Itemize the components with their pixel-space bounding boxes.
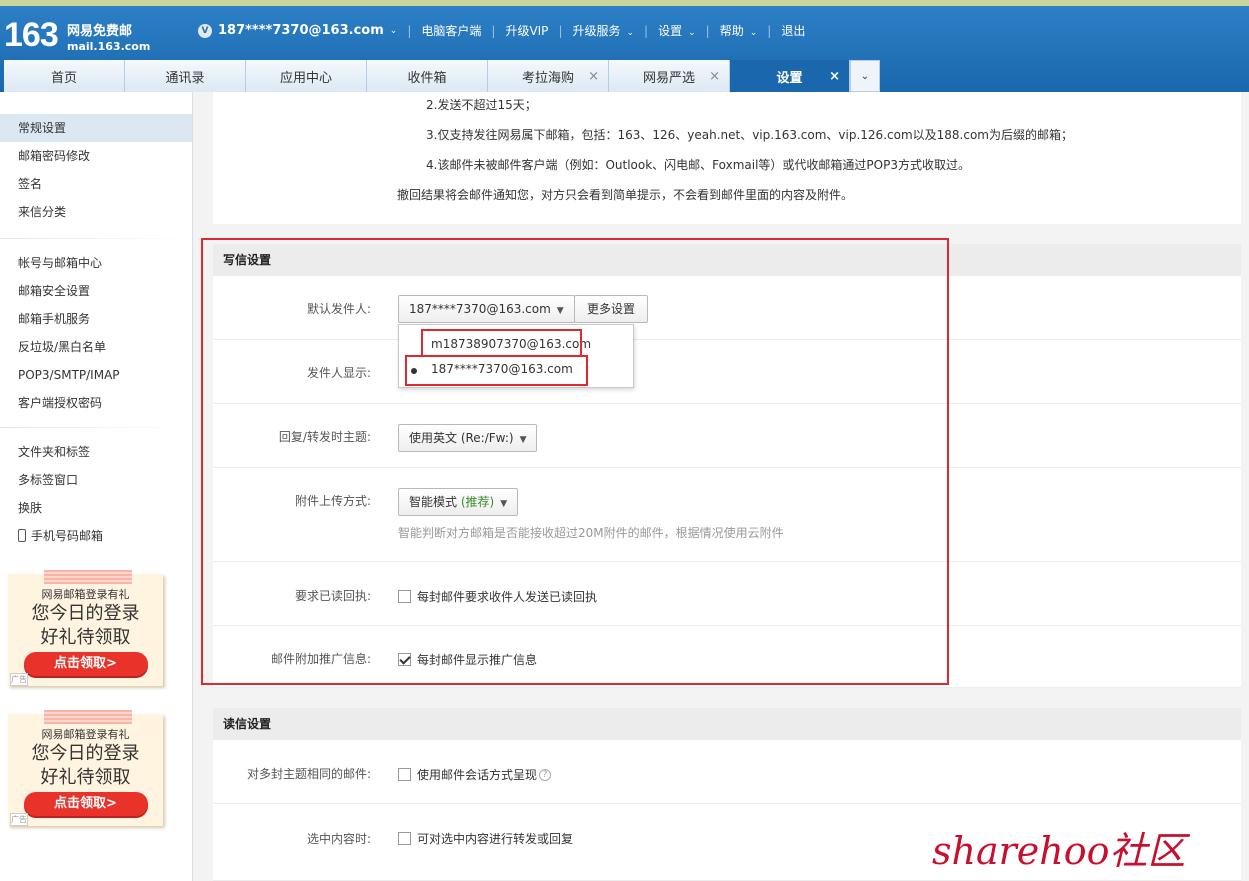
chevron-down-icon[interactable]: ⌄ (390, 26, 398, 36)
tab-more-button[interactable]: ⌄ (850, 60, 880, 92)
ad-line3: 好礼待领取 (40, 627, 131, 648)
close-icon[interactable]: × (588, 69, 599, 84)
ad-claim-button[interactable]: 点击领取> (23, 792, 148, 816)
help-menu[interactable]: 帮助 ⌄ (720, 22, 758, 39)
highlight-box-compose (201, 238, 949, 685)
ad-tag: 广告 (10, 813, 28, 826)
tape-decoration (44, 710, 132, 724)
chevron-down-icon: ⌄ (860, 70, 870, 82)
settings-sidebar: 常规设置 邮箱密码修改 签名 来信分类 帐号与邮箱中心 邮箱安全设置 邮箱手机服… (0, 92, 193, 881)
thread-row: 对多封主题相同的邮件: 使用邮件会话方式呈现? (213, 740, 1249, 804)
sidebar-item-phone-mailbox[interactable]: 手机号码邮箱 (0, 522, 192, 550)
checkbox-icon (398, 832, 411, 845)
checkbox-icon (398, 768, 411, 781)
tab-inbox[interactable]: 收件箱 (367, 60, 488, 92)
account-menu[interactable]: 187****7370@163.com (218, 23, 384, 38)
logo-number: 163 (4, 16, 59, 54)
desktop-client-link[interactable]: 电脑客户端 (421, 22, 481, 39)
help-icon[interactable]: ? (539, 768, 552, 781)
tab-yanxuan[interactable]: 网易严选 × (609, 60, 730, 92)
sidebar-item-password[interactable]: 邮箱密码修改 (0, 142, 192, 170)
recall-note: 2.发送不超过15天； (426, 98, 537, 112)
tab-label: 通讯录 (165, 70, 205, 86)
tab-label: 应用中心 (279, 70, 332, 86)
close-icon[interactable]: × (829, 69, 840, 84)
chevron-down-icon: ⌄ (688, 28, 696, 38)
sidebar-item-filters[interactable]: 来信分类 (0, 198, 192, 226)
settings-content: 2.发送不超过15天； 3.仅支持发往网易属下邮箱，包括：163、126、yea… (193, 92, 1249, 881)
sidebar-item-signature[interactable]: 签名 (0, 170, 192, 198)
logout-link[interactable]: 退出 (781, 22, 805, 39)
watermark: sharehoo社区 (932, 829, 1186, 873)
ad-line3: 好礼待领取 (40, 767, 131, 788)
sidebar-item-antispam[interactable]: 反垃圾/黑白名单 (0, 333, 192, 361)
thread-label: 对多封主题相同的邮件: (246, 767, 371, 781)
sidebar-item-multi-tab[interactable]: 多标签窗口 (0, 466, 192, 494)
logo-domain: mail.163.com (67, 40, 151, 53)
thread-checkbox[interactable]: 使用邮件会话方式呈现? (398, 766, 552, 783)
tab-label: 考拉海购 (521, 70, 574, 86)
ad-tag: 广告 (10, 673, 28, 686)
close-icon[interactable]: × (709, 69, 720, 84)
tab-home[interactable]: 首页 (4, 60, 125, 92)
recall-note: 4.该邮件未被邮件客户端（例如：Outlook、闪电邮、Foxmail等）或代收… (426, 158, 970, 172)
sidebar-item-folders[interactable]: 文件夹和标签 (0, 438, 192, 466)
upgrade-vip-link[interactable]: 升级VIP (505, 22, 548, 39)
chevron-down-icon: ⌄ (626, 28, 635, 38)
chevron-down-icon: ⌄ (749, 28, 758, 38)
tape-decoration (44, 570, 132, 584)
settings-menu[interactable]: 设置 ⌄ (658, 22, 696, 39)
settings-label: 设置 (658, 24, 683, 38)
tab-bar: 首页 通讯录 应用中心 收件箱 考拉海购 × 网易严选 × 设置 × ⌄ (4, 60, 880, 92)
tab-label: 首页 (50, 70, 77, 86)
logo-title: 网易免费邮 (67, 24, 133, 39)
sidebar-item-account-center[interactable]: 帐号与邮箱中心 (0, 249, 192, 277)
sidebar-item-label: 手机号码邮箱 (31, 529, 104, 543)
logo[interactable]: 163 网易免费邮 mail.163.com (4, 16, 150, 55)
tab-settings[interactable]: 设置 × (730, 60, 850, 92)
promo-ad[interactable]: 网易邮箱登录有礼 您今日的登录 好礼待领取 点击领取> 广告 (8, 570, 163, 686)
top-nav: V 187****7370@163.com ⌄ | 电脑客户端 | 升级VIP … (198, 22, 805, 39)
recall-notes-panel: 2.发送不超过15天； 3.仅支持发往网易属下邮箱，包括：163、126、yea… (213, 92, 1249, 224)
tab-contacts[interactable]: 通讯录 (125, 60, 246, 92)
vip-badge-icon: V (198, 23, 212, 38)
sidebar-item-general[interactable]: 常规设置 (0, 114, 192, 142)
scrollbar[interactable] (1241, 92, 1249, 881)
recall-note: 3.仅支持发往网易属下邮箱，包括：163、126、yeah.net、vip.16… (426, 128, 1073, 142)
help-label: 帮助 (719, 24, 744, 38)
tab-label: 设置 (776, 70, 803, 86)
upgrade-service-menu[interactable]: 升级服务 ⌄ (572, 22, 634, 39)
ad-line2: 您今日的登录 (31, 743, 140, 764)
section-title-read: 读信设置 (213, 708, 1249, 740)
upgrade-service-label: 升级服务 (572, 24, 621, 38)
sidebar-item-skin[interactable]: 换肤 (0, 494, 192, 522)
thread-text: 使用邮件会话方式呈现 (417, 768, 538, 782)
ad-line2: 您今日的登录 (31, 603, 140, 624)
divider (0, 427, 192, 428)
sidebar-item-client-auth[interactable]: 客户端授权密码 (0, 389, 192, 417)
app-header: 163 网易免费邮 mail.163.com V 187****7370@163… (0, 6, 1249, 92)
tab-kaola[interactable]: 考拉海购 × (488, 60, 609, 92)
highlight-box-option2 (405, 355, 588, 386)
tab-app-center[interactable]: 应用中心 (246, 60, 367, 92)
promo-ad[interactable]: 网易邮箱登录有礼 您今日的登录 好礼待领取 点击领取> 广告 (8, 710, 163, 826)
ad-line1: 网易邮箱登录有礼 (41, 728, 130, 741)
tab-label: 收件箱 (407, 70, 447, 86)
sidebar-item-pop3[interactable]: POP3/SMTP/IMAP (0, 361, 192, 389)
divider (0, 238, 192, 239)
sidebar-item-mobile-service[interactable]: 邮箱手机服务 (0, 305, 192, 333)
highlight-box-option1 (421, 329, 582, 357)
selection-label: 选中内容时: (306, 832, 371, 846)
phone-icon (18, 529, 26, 542)
ad-line1: 网易邮箱登录有礼 (41, 588, 130, 601)
selection-text: 可对选中内容进行转发或回复 (417, 832, 574, 846)
recall-summary: 撤回结果将会邮件通知您，对方只会看到简单提示，不会看到邮件里面的内容及附件。 (397, 188, 854, 202)
sidebar-item-security[interactable]: 邮箱安全设置 (0, 277, 192, 305)
tab-label: 网易严选 (642, 70, 695, 86)
selection-checkbox[interactable]: 可对选中内容进行转发或回复 (398, 830, 573, 847)
ad-claim-button[interactable]: 点击领取> (23, 652, 148, 676)
